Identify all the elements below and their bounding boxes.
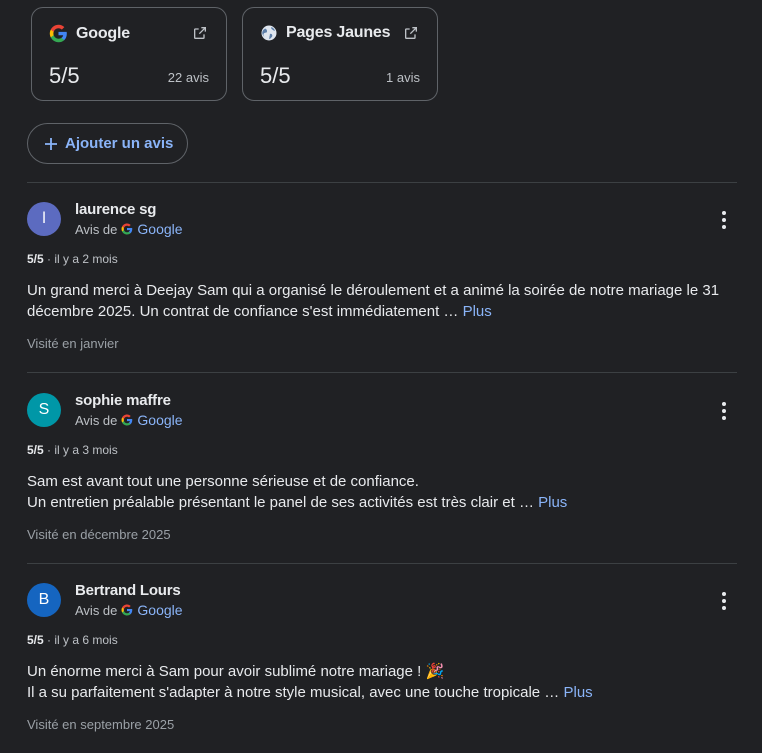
avatar[interactable]: l bbox=[27, 202, 61, 236]
google-logo-icon bbox=[49, 24, 67, 43]
external-link-icon[interactable] bbox=[403, 25, 419, 41]
review-text: Sam est avant tout une personne sérieuse… bbox=[27, 471, 737, 513]
more-link[interactable]: Plus bbox=[538, 494, 567, 511]
review-rating: 5/5 · il y a 2 mois bbox=[27, 252, 118, 266]
globe-icon bbox=[261, 25, 277, 41]
visit-date: Visité en janvier bbox=[27, 336, 119, 351]
review-text-line: Un entretien préalable présentant le pan… bbox=[27, 494, 534, 511]
review-source: Avis de Google bbox=[75, 221, 183, 237]
source-link[interactable]: Google bbox=[137, 221, 182, 237]
more-link[interactable]: Plus bbox=[563, 684, 592, 701]
review-item: B Bertrand Lours Avis de Google 5/5 · il… bbox=[27, 563, 737, 753]
add-review-label: Ajouter un avis bbox=[65, 135, 174, 152]
source-review-count: 1 avis bbox=[386, 70, 420, 85]
reviewer-name[interactable]: sophie maffre bbox=[75, 392, 171, 409]
source-review-count: 22 avis bbox=[167, 70, 209, 85]
source-name: Google bbox=[76, 24, 130, 42]
review-time: · il y a 2 mois bbox=[47, 252, 118, 266]
via-label: Avis de bbox=[75, 602, 118, 618]
via-label: Avis de bbox=[75, 412, 118, 428]
review-item: S sophie maffre Avis de Google 5/5 · il … bbox=[27, 373, 737, 563]
source-card-google[interactable]: Google 5/5 22 avis bbox=[31, 7, 227, 101]
review-rating: 5/5 · il y a 6 mois bbox=[27, 633, 118, 647]
source-card-pages-jaunes[interactable]: Pages Jaunes 5/5 1 avis bbox=[242, 7, 438, 101]
google-logo-icon bbox=[121, 223, 133, 235]
visit-date: Visité en décembre 2025 bbox=[27, 527, 171, 542]
google-logo-icon bbox=[121, 604, 133, 616]
avatar[interactable]: S bbox=[27, 393, 61, 427]
source-link[interactable]: Google bbox=[137, 602, 182, 618]
source-name: Pages Jaunes bbox=[286, 24, 391, 41]
rating-value: 5/5 bbox=[27, 633, 44, 647]
review-text-line: Un énorme merci à Sam pour avoir sublimé… bbox=[27, 663, 445, 680]
review-time: · il y a 3 mois bbox=[47, 443, 118, 457]
review-text-line: Sam est avant tout une personne sérieuse… bbox=[27, 473, 419, 490]
more-options-icon[interactable] bbox=[721, 210, 727, 230]
review-source: Avis de Google bbox=[75, 602, 183, 618]
reviewer-name[interactable]: Bertrand Lours bbox=[75, 582, 181, 599]
review-text-line: Il a su parfaitement s'adapter à notre s… bbox=[27, 684, 560, 701]
source-link[interactable]: Google bbox=[137, 412, 182, 428]
review-source: Avis de Google bbox=[75, 412, 183, 428]
rating-value: 5/5 bbox=[27, 443, 44, 457]
external-link-icon[interactable] bbox=[192, 25, 208, 41]
google-logo-icon bbox=[121, 414, 133, 426]
review-rating: 5/5 · il y a 3 mois bbox=[27, 443, 118, 457]
avatar[interactable]: B bbox=[27, 583, 61, 617]
review-text-line: décembre 2025. Un contrat de confiance s… bbox=[27, 303, 459, 320]
review-text: Un grand merci à Deejay Sam qui a organi… bbox=[27, 280, 737, 322]
rating-value: 5/5 bbox=[27, 252, 44, 266]
via-label: Avis de bbox=[75, 221, 118, 237]
more-options-icon[interactable] bbox=[721, 401, 727, 421]
review-item: l laurence sg Avis de Google 5/5 · il y … bbox=[27, 182, 737, 372]
review-text: Un énorme merci à Sam pour avoir sublimé… bbox=[27, 661, 737, 703]
review-text-line: Un grand merci à Deejay Sam qui a organi… bbox=[27, 282, 720, 299]
add-review-button[interactable]: Ajouter un avis bbox=[27, 123, 188, 164]
more-link[interactable]: Plus bbox=[463, 303, 492, 320]
plus-icon bbox=[45, 137, 57, 150]
visit-date: Visité en septembre 2025 bbox=[27, 717, 175, 732]
reviewer-name[interactable]: laurence sg bbox=[75, 201, 156, 218]
review-time: · il y a 6 mois bbox=[47, 633, 118, 647]
source-score: 5/5 bbox=[260, 63, 291, 88]
source-card-header: Pages Jaunes bbox=[260, 24, 391, 42]
source-card-header: Google bbox=[49, 24, 130, 43]
more-options-icon[interactable] bbox=[721, 591, 727, 611]
source-score: 5/5 bbox=[49, 63, 80, 88]
